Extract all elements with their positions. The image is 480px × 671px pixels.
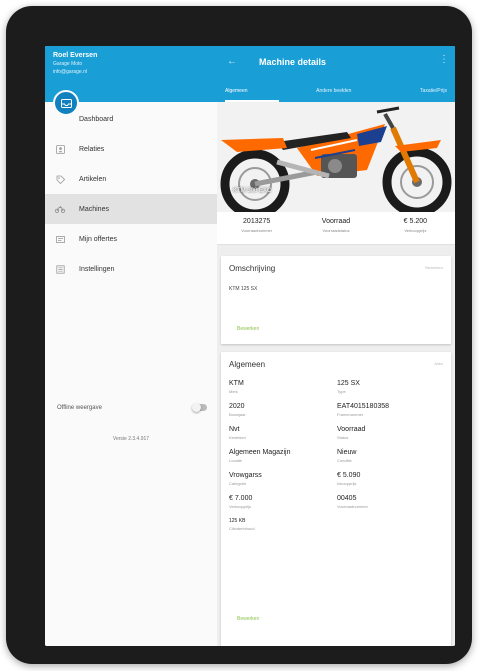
app-version: Versie 2.3.4.917 bbox=[112, 436, 150, 442]
field-inkoopprijs: € 5.090 Inkoopprijs bbox=[337, 472, 437, 486]
tablet-frame: Roel Eversen Garage Moto info@garage.nl … bbox=[6, 6, 472, 664]
field-label: Inkoopprijs bbox=[337, 481, 357, 486]
field-value: Vrowgarss bbox=[229, 472, 262, 479]
field-value: Voorraad bbox=[337, 426, 366, 433]
tag-icon bbox=[55, 174, 65, 184]
dashboard-icon bbox=[55, 114, 65, 124]
more-vertical-icon[interactable]: ⋮ bbox=[439, 54, 449, 65]
main-content: ← Machine details ⋮ Algemeen Andere beel… bbox=[217, 46, 455, 646]
field-verkoopprijs: € 7.000 Verkoopprijs bbox=[229, 495, 329, 509]
card-action[interactable]: Alles bbox=[434, 361, 443, 366]
field-value: 2020 bbox=[229, 403, 245, 410]
tab-andere-beelden[interactable]: Andere beelden bbox=[316, 88, 351, 102]
field-type: 125 SX Type bbox=[337, 380, 437, 394]
field-label: Merk bbox=[229, 389, 238, 394]
field-value: Nvt bbox=[229, 426, 240, 433]
field-bouwjaar: 2020 Bouwjaar bbox=[229, 403, 329, 417]
field-value: Nieuw bbox=[337, 449, 357, 456]
offline-setting: Offline weergave bbox=[57, 403, 207, 412]
user-name: Roel Eversen bbox=[53, 52, 98, 59]
nav-item-label: Artikelen bbox=[79, 175, 107, 183]
field-kenteken: Nvt Kenteken bbox=[229, 426, 329, 440]
field-voorraadnummer: 00405 Voorraadnummer bbox=[337, 495, 437, 509]
field-categorie: Vrowgarss Categorie bbox=[229, 472, 329, 486]
nav-item-relaties[interactable]: Relaties bbox=[45, 134, 217, 164]
machine-photo[interactable]: KTM 300 EXC bbox=[217, 102, 455, 212]
field-value: EAT4015180358 bbox=[337, 403, 390, 410]
field-label: Cilinderinhoud bbox=[229, 526, 255, 531]
field-merk: KTM Merk bbox=[229, 380, 329, 394]
nav-item-label: Relaties bbox=[79, 145, 105, 153]
stat-label: Verkoopprijs bbox=[404, 228, 427, 233]
app-screen: Roel Eversen Garage Moto info@garage.nl … bbox=[45, 46, 455, 646]
description-card: Omschrijving Bewerken KTM 125 SX Bewerke… bbox=[221, 256, 451, 344]
nav-item-label: Mijn offertes bbox=[79, 235, 117, 243]
nav-item-label: Dashboard bbox=[79, 115, 114, 123]
stat-status: Voorraad Voorraadstatus bbox=[296, 212, 375, 244]
machine-summary: 2013275 Voorraadnummer Voorraad Voorraad… bbox=[217, 212, 455, 245]
offline-toggle[interactable] bbox=[192, 403, 207, 412]
edit-general-button[interactable]: Bewerken bbox=[237, 616, 259, 622]
field-status: Voorraad Status bbox=[337, 426, 437, 440]
stat-price: € 5.200 Verkoopprijs bbox=[376, 212, 455, 244]
stat-value: Voorraad bbox=[321, 218, 351, 225]
general-card: Algemeen Alles KTM Merk 125 SX Type 2020… bbox=[221, 352, 451, 646]
contacts-icon bbox=[55, 144, 65, 154]
field-label: Locatie bbox=[229, 458, 242, 463]
nav-item-mijn-offertes[interactable]: Mijn offertes bbox=[45, 224, 217, 254]
field-label: Verkoopprijs bbox=[229, 504, 252, 509]
card-title: Omschrijving bbox=[229, 264, 276, 273]
nav-item-label: Instellingen bbox=[79, 265, 115, 273]
field-label: Bouwjaar bbox=[229, 412, 246, 417]
field-label: Categorie bbox=[229, 481, 247, 486]
edit-description-button[interactable]: Bewerken bbox=[237, 326, 259, 332]
field-value: 125 KB bbox=[229, 518, 246, 524]
navigation-drawer: Roel Eversen Garage Moto info@garage.nl … bbox=[45, 46, 218, 646]
user-company: Garage Moto bbox=[53, 61, 83, 67]
field-label: Kenteken bbox=[229, 435, 246, 440]
field-label: Conditie bbox=[337, 458, 352, 463]
nav-item-instellingen[interactable]: Instellingen bbox=[45, 254, 217, 284]
stat-stock-number: 2013275 Voorraadnummer bbox=[217, 212, 296, 244]
offline-label: Offline weergave bbox=[57, 404, 102, 411]
card-action[interactable]: Bewerken bbox=[425, 265, 443, 270]
stat-label: Voorraadstatus bbox=[322, 228, 350, 233]
field-label: Status bbox=[337, 435, 349, 440]
motorbike-icon bbox=[55, 204, 65, 214]
stat-label: Voorraadnummer bbox=[241, 228, 273, 233]
nav-item-label: Machines bbox=[79, 205, 109, 213]
field-framenummer: EAT4015180358 Framenummer bbox=[337, 403, 437, 417]
field-value: 125 SX bbox=[337, 380, 360, 387]
tab-taxatie[interactable]: Taxatie/Prijs bbox=[420, 88, 447, 102]
field-locatie: Algemeen Magazijn Locatie bbox=[229, 449, 329, 463]
settings-icon bbox=[55, 264, 65, 274]
nav-item-artikelen[interactable]: Artikelen bbox=[45, 164, 217, 194]
user-email: info@garage.nl bbox=[53, 69, 87, 75]
nav-item-dashboard[interactable]: Dashboard bbox=[45, 104, 217, 134]
field-value: 00405 bbox=[337, 495, 357, 502]
nav-item-machines[interactable]: Machines bbox=[45, 194, 217, 224]
page-title: Machine details bbox=[259, 57, 327, 67]
back-arrow-icon[interactable]: ← bbox=[227, 56, 239, 68]
field-label: Type bbox=[337, 389, 346, 394]
field-value: € 7.000 bbox=[229, 495, 253, 502]
field-value: Algemeen Magazijn bbox=[229, 449, 291, 456]
drawer-nav: Dashboard Relaties Artikelen Machines Mi… bbox=[45, 104, 217, 284]
motorbike-image bbox=[217, 102, 455, 212]
field-value: KTM bbox=[229, 380, 244, 387]
stat-value: 2013275 bbox=[243, 218, 271, 225]
card-title: Algemeen bbox=[229, 360, 266, 369]
field-value: € 5.090 bbox=[337, 472, 361, 479]
description-text: KTM 125 SX bbox=[229, 286, 258, 292]
field-label: Framenummer bbox=[337, 412, 364, 417]
stat-value: € 5.200 bbox=[403, 218, 427, 225]
field-label: Voorraadnummer bbox=[337, 504, 368, 509]
photo-caption: KTM 300 EXC bbox=[233, 188, 272, 194]
offers-icon bbox=[55, 234, 65, 244]
field-cilinderinhoud: 125 KB Cilinderinhoud bbox=[229, 518, 329, 531]
app-bar: ← Machine details ⋮ Algemeen Andere beel… bbox=[217, 46, 455, 102]
field-conditie: Nieuw Conditie bbox=[337, 449, 437, 463]
